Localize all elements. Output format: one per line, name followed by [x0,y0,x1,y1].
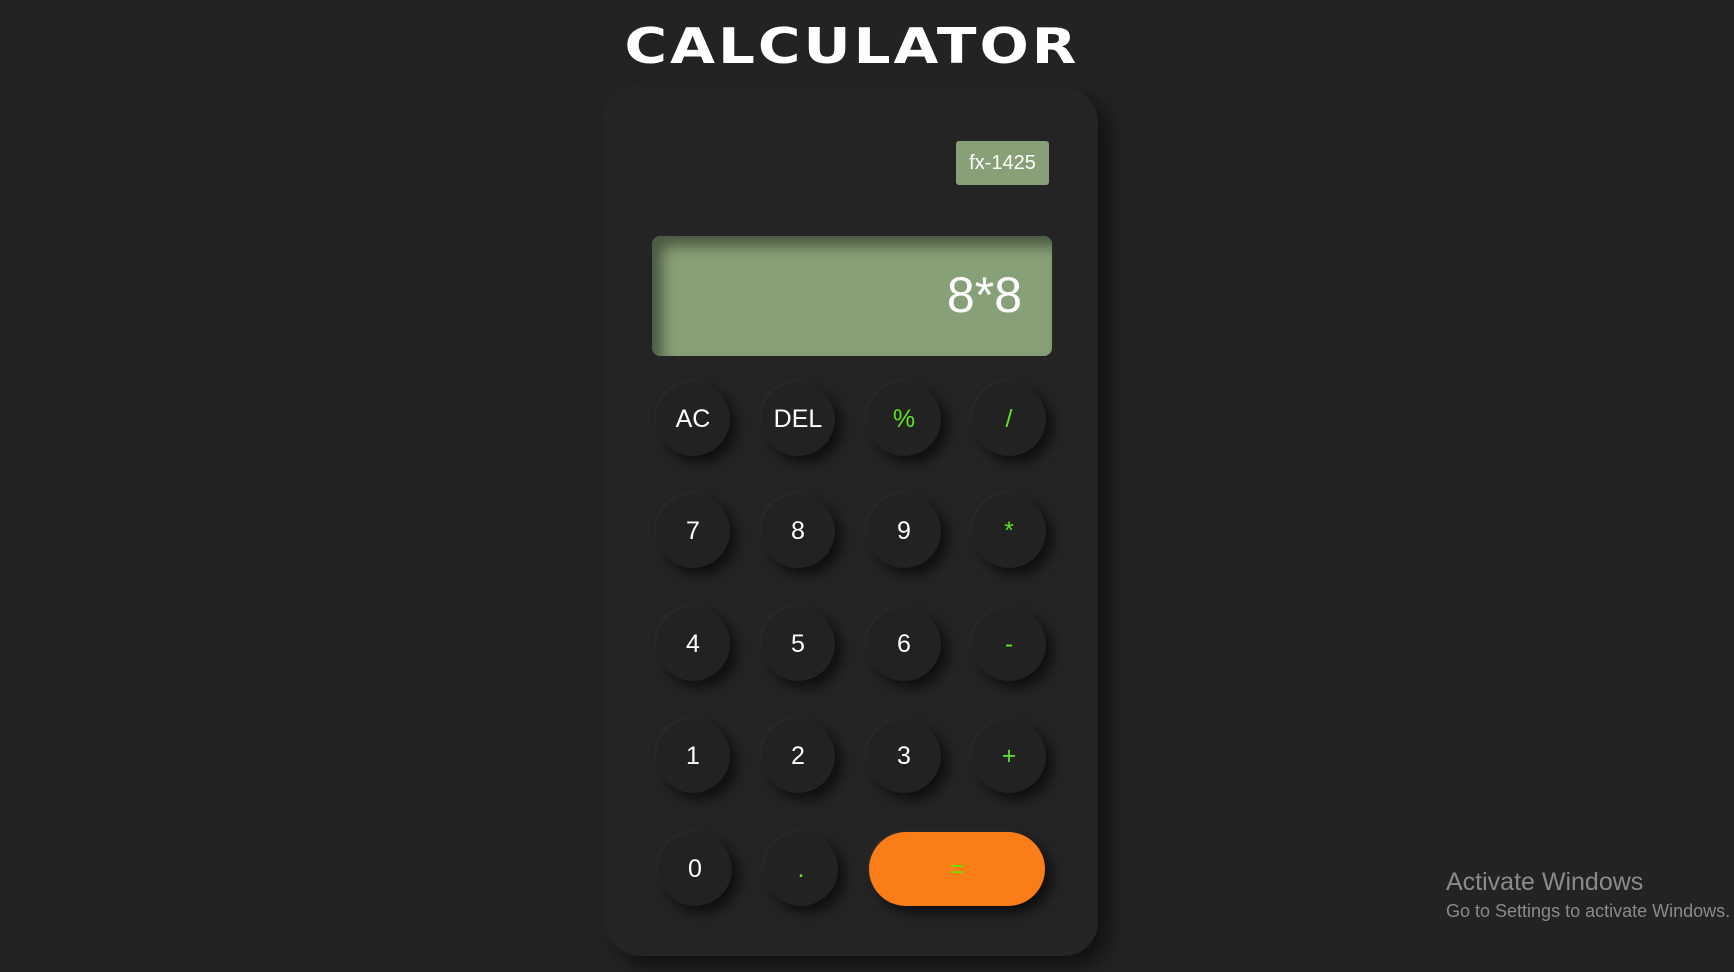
calculator-body: fx-1425 8*8 AC DEL % / 7 8 9 * 4 5 6 - 1… [606,88,1098,956]
ac-button[interactable]: AC [656,382,730,456]
four-button[interactable]: 4 [656,607,730,681]
multiply-button[interactable]: * [972,494,1046,568]
one-button[interactable]: 1 [656,719,730,793]
nine-button[interactable]: 9 [867,494,941,568]
page: CALCULATOR fx-1425 8*8 AC DEL % / 7 8 9 … [0,0,1734,972]
minus-button[interactable]: - [972,607,1046,681]
plus-button[interactable]: + [972,719,1046,793]
model-badge: fx-1425 [956,141,1049,185]
activate-windows-watermark: Activate Windows Go to Settings to activ… [1446,866,1730,924]
divide-button[interactable]: / [972,382,1046,456]
zero-button[interactable]: 0 [658,832,732,906]
seven-button[interactable]: 7 [656,494,730,568]
calculator-display: 8*8 [652,236,1052,356]
del-button[interactable]: DEL [761,382,835,456]
page-title: CALCULATOR [624,17,1080,75]
watermark-title: Activate Windows [1446,868,1644,896]
three-button[interactable]: 3 [867,719,941,793]
percent-button[interactable]: % [867,382,941,456]
decimal-button[interactable]: . [764,832,838,906]
equals-button[interactable]: = [869,832,1045,906]
eight-button[interactable]: 8 [761,494,835,568]
two-button[interactable]: 2 [761,719,835,793]
display-value: 8*8 [946,267,1022,323]
watermark-subtitle: Go to Settings to activate Windows. [1446,901,1731,921]
six-button[interactable]: 6 [867,607,941,681]
five-button[interactable]: 5 [761,607,835,681]
